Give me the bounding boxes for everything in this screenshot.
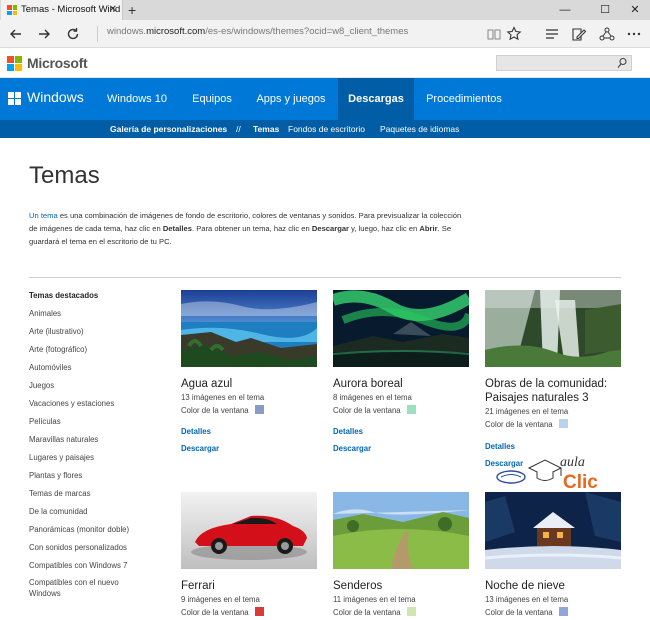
nav-item-descargas[interactable]: Descargas xyxy=(338,78,414,120)
windows-brand[interactable]: Windows xyxy=(27,89,84,105)
microsoft-logo-icon[interactable] xyxy=(7,56,22,71)
subnav-paquetes[interactable]: Paquetes de idiomas xyxy=(380,120,459,138)
details-link[interactable]: Detalles xyxy=(333,427,363,436)
more-options-icon[interactable] xyxy=(624,24,644,44)
theme-image-aurora-boreal[interactable] xyxy=(333,290,469,367)
theme-title: Aurora boreal xyxy=(333,378,403,390)
nav-item-equipos[interactable]: Equipos xyxy=(182,78,242,120)
window-color-swatch xyxy=(254,405,264,414)
theme-count: 21 imágenes en el tema xyxy=(485,407,569,416)
window-color-swatch xyxy=(558,419,568,428)
reading-view-icon[interactable] xyxy=(484,24,504,44)
download-link[interactable]: Descargar xyxy=(181,444,219,453)
sidebar-item-arte-ilustrativo[interactable]: Arte (ilustrativo) xyxy=(29,326,84,337)
sidebar-item-plantas[interactable]: Plantas y flores xyxy=(29,470,82,481)
sidebar-item-lugares[interactable]: Lugares y paisajes xyxy=(29,452,94,463)
nav-item-windows-10[interactable]: Windows 10 xyxy=(98,78,176,120)
window-color-label: Color de la ventana xyxy=(181,607,264,617)
back-arrow-icon[interactable] xyxy=(6,24,26,44)
window-color-label: Color de la ventana xyxy=(485,607,568,617)
maximize-button[interactable]: ☐ xyxy=(588,0,622,20)
windows-logo-icon[interactable] xyxy=(8,92,22,106)
close-window-button[interactable]: ✕ xyxy=(618,0,650,20)
sidebar-item-peliculas[interactable]: Películas xyxy=(29,416,61,427)
share-icon[interactable] xyxy=(597,24,617,44)
browser-tab[interactable]: Temas - Microsoft Wind ✕ xyxy=(1,0,123,20)
sidebar-item-automoviles[interactable]: Automóviles xyxy=(29,362,71,373)
microsoft-favicon-icon xyxy=(7,5,17,15)
theme-title: Senderos xyxy=(333,580,383,592)
address-separator xyxy=(97,26,98,42)
refresh-icon[interactable] xyxy=(63,24,83,44)
sidebar-item-nuevo-windows[interactable]: Compatibles con el nuevo Windows xyxy=(29,577,119,599)
minimize-button[interactable]: — xyxy=(548,0,582,20)
favorite-star-icon[interactable] xyxy=(504,24,524,44)
theme-image-agua-azul[interactable] xyxy=(181,290,317,367)
theme-title: Noche de nieve xyxy=(485,580,565,592)
theme-title: Agua azul xyxy=(181,378,233,390)
browser-tab-bar: Temas - Microsoft Wind ✕ + — ☐ ✕ xyxy=(0,0,650,20)
tema-link[interactable]: Un tema xyxy=(29,211,58,220)
window-color-swatch xyxy=(254,607,264,616)
sidebar-item-juegos[interactable]: Juegos xyxy=(29,380,54,391)
window-color-label: Color de la ventana xyxy=(333,405,416,415)
browser-toolbar: windows.microsoft.com/es-es/windows/them… xyxy=(0,20,650,48)
sidebar-item-temas-destacados[interactable]: Temas destacados xyxy=(29,290,98,301)
subnav-separator: // xyxy=(236,124,241,134)
sidebar-item-animales[interactable]: Animales xyxy=(29,308,61,319)
tab-title: Temas - Microsoft Wind xyxy=(21,4,121,15)
window-color-label: Color de la ventana xyxy=(333,607,416,617)
nav-item-procedimientos[interactable]: Procedimientos xyxy=(418,78,510,120)
sidebar-item-marcas[interactable]: Temas de marcas xyxy=(29,488,91,499)
theme-image-ferrari[interactable] xyxy=(181,492,317,569)
intro-text: Un tema es una combinación de imágenes d… xyxy=(29,211,462,246)
sidebar-item-arte-fotografico[interactable]: Arte (fotográfico) xyxy=(29,344,87,355)
tab-close-icon[interactable]: ✕ xyxy=(109,0,117,20)
forward-arrow-icon[interactable] xyxy=(34,24,54,44)
theme-count: 9 imágenes en el tema xyxy=(181,595,260,604)
hub-menu-icon[interactable] xyxy=(542,24,562,44)
theme-image-senderos[interactable] xyxy=(333,492,469,569)
sidebar-item-panoramicas[interactable]: Panorámicas (monitor doble) xyxy=(29,524,129,535)
theme-count: 8 imágenes en el tema xyxy=(333,393,412,402)
window-color-label: Color de la ventana xyxy=(485,419,568,429)
content-divider xyxy=(29,277,621,278)
window-color-swatch xyxy=(558,607,568,616)
theme-count: 13 imágenes en el tema xyxy=(485,595,569,604)
sidebar-item-comunidad[interactable]: De la comunidad xyxy=(29,506,88,517)
search-icon[interactable] xyxy=(617,57,627,72)
window-color-swatch xyxy=(406,405,416,414)
windows-navigation: Windows Windows 10 Equipos Apps y juegos… xyxy=(0,78,650,120)
site-search-input[interactable] xyxy=(496,55,632,71)
microsoft-brand[interactable]: Microsoft xyxy=(27,55,88,71)
theme-title: Obras de la comunidad: Paisajes naturales… xyxy=(485,378,608,404)
theme-count: 13 imágenes en el tema xyxy=(181,393,265,402)
theme-count: 11 imágenes en el tema xyxy=(333,595,416,604)
aulaclic-watermark: aula Clic xyxy=(493,450,623,495)
watermark-aula: aula xyxy=(560,455,585,470)
theme-title: Ferrari xyxy=(181,580,215,592)
details-link[interactable]: Detalles xyxy=(181,427,211,436)
window-color-label: Color de la ventana xyxy=(181,405,264,415)
sidebar-item-windows-7[interactable]: Compatibles con Windows 7 xyxy=(29,560,127,571)
page-title: Temas xyxy=(29,162,100,189)
watermark-clic: Clic xyxy=(563,472,598,493)
subnav-galeria[interactable]: Galería de personalizaciones xyxy=(110,120,227,138)
new-tab-button[interactable]: + xyxy=(128,0,136,20)
web-note-icon[interactable] xyxy=(569,24,589,44)
download-link[interactable]: Descargar xyxy=(333,444,371,453)
theme-image-noche-de-nieve[interactable] xyxy=(485,492,621,569)
window-color-swatch xyxy=(406,607,416,616)
sidebar-item-maravillas[interactable]: Maravillas naturales xyxy=(29,434,98,445)
microsoft-header: Microsoft xyxy=(0,49,650,78)
nav-item-apps-y-juegos[interactable]: Apps y juegos xyxy=(248,78,334,120)
address-bar[interactable]: windows.microsoft.com/es-es/windows/them… xyxy=(107,26,408,37)
sidebar-item-vacaciones[interactable]: Vacaciones y estaciones xyxy=(29,398,114,409)
subnav-temas[interactable]: Temas xyxy=(253,120,279,138)
sidebar-item-sonidos[interactable]: Con sonidos personalizados xyxy=(29,542,127,553)
sub-navigation: Galería de personalizaciones // Temas Fo… xyxy=(0,120,650,138)
subnav-fondos[interactable]: Fondos de escritorio xyxy=(288,120,365,138)
theme-image-paisajes-naturales[interactable] xyxy=(485,290,621,367)
